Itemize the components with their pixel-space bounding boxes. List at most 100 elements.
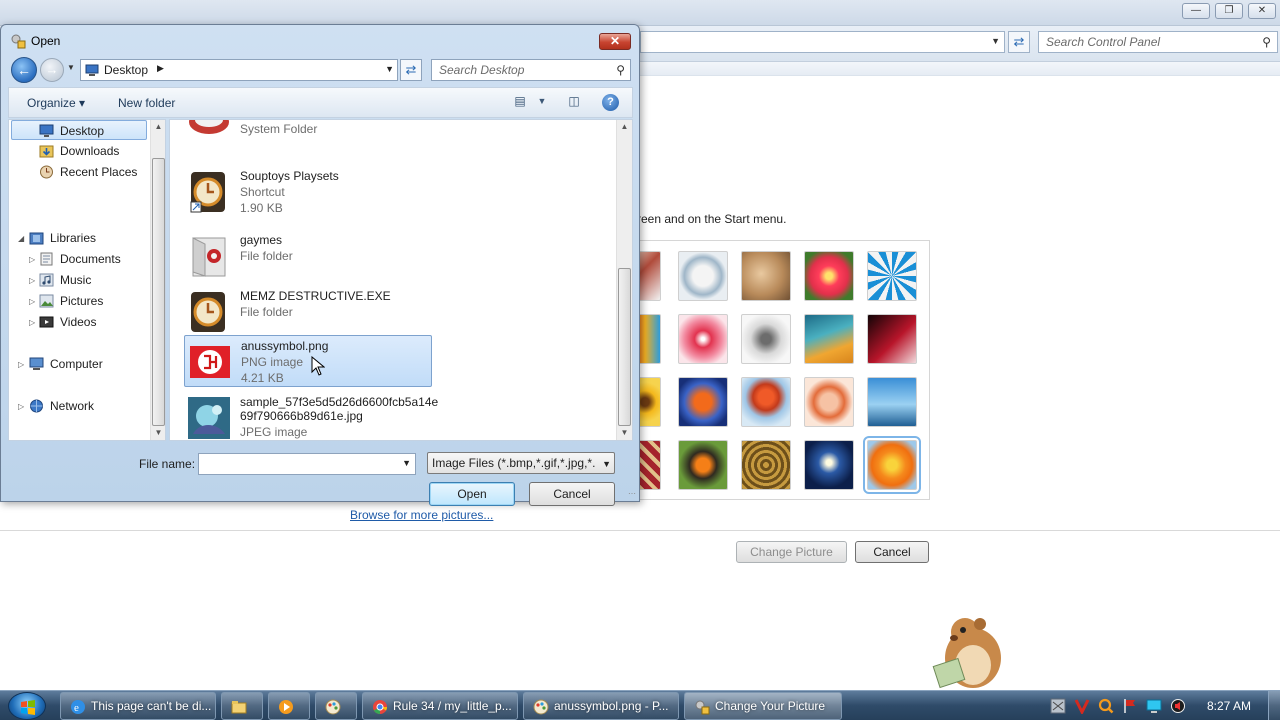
chevron-down-icon[interactable]: ▼	[600, 454, 611, 473]
view-options-icon[interactable]: ▤	[511, 94, 529, 110]
network-tray-icon[interactable]	[1050, 698, 1066, 714]
picture-tile[interactable]	[678, 251, 728, 301]
picture-tile[interactable]	[741, 377, 791, 427]
taskbar-button-label: Rule 34 / my_little_p...	[393, 699, 512, 713]
picture-tile[interactable]	[804, 314, 854, 364]
dialog-address-bar[interactable]: Desktop ▶ ▼	[80, 59, 398, 81]
taskbar-button-media-player[interactable]	[268, 692, 310, 720]
refresh-button[interactable]: ⇄	[400, 59, 422, 81]
nav-scrollbar[interactable]: ▲ ▼	[150, 120, 165, 440]
preview-pane-icon[interactable]: ◫	[565, 94, 583, 110]
list-item-selected[interactable]: anussymbol.png PNG image 4.21 KB	[184, 335, 432, 387]
close-window-button[interactable]: ✕	[1248, 3, 1276, 19]
expand-arrow-icon[interactable]: ▷	[18, 360, 24, 369]
picture-tile[interactable]	[804, 440, 854, 490]
list-item[interactable]: System Folder	[184, 120, 432, 144]
chevron-down-icon[interactable]: ▼	[402, 458, 411, 468]
file-name-input[interactable]: ▼	[198, 453, 416, 475]
nav-item-music[interactable]: Music	[39, 270, 159, 290]
picture-tile[interactable]	[678, 440, 728, 490]
expand-arrow-icon[interactable]: ▷	[29, 318, 35, 327]
nav-item-desktop[interactable]: Desktop	[11, 120, 147, 140]
nav-item-network[interactable]: Network	[29, 396, 149, 416]
flag-tray-icon[interactable]	[1122, 698, 1138, 714]
speaker-tray-icon[interactable]	[1170, 698, 1186, 714]
resize-grip-icon[interactable]: ⋯	[628, 489, 636, 498]
address-location[interactable]: Desktop	[104, 63, 148, 77]
picture-tile[interactable]	[741, 440, 791, 490]
recent-locations-dropdown[interactable]: ▼	[67, 63, 75, 72]
scroll-up-arrow-icon[interactable]: ▲	[151, 120, 165, 134]
picture-tile[interactable]	[804, 377, 854, 427]
chevron-down-icon[interactable]: ▼	[533, 96, 551, 112]
expand-arrow-icon[interactable]: ▷	[29, 297, 35, 306]
back-button[interactable]: ←	[11, 57, 37, 83]
start-button[interactable]	[8, 692, 46, 720]
scroll-down-arrow-icon[interactable]: ▼	[151, 426, 165, 440]
file-scrollbar[interactable]: ▲ ▼	[616, 120, 632, 440]
chevron-down-icon[interactable]: ▼	[385, 64, 394, 74]
help-icon[interactable]: ?	[602, 94, 619, 111]
picture-tile[interactable]	[867, 251, 917, 301]
chevron-right-icon[interactable]: ▶	[157, 63, 164, 74]
list-item[interactable]: Souptoys Playsets Shortcut 1.90 KB	[184, 166, 432, 218]
dialog-cancel-button[interactable]: Cancel	[529, 482, 615, 506]
file-type-select[interactable]: Image Files (*.bmp,*.gif,*.jpg,*. ▼	[427, 452, 615, 474]
nav-item-videos[interactable]: Videos	[39, 312, 159, 332]
cp-cancel-button[interactable]: Cancel	[855, 541, 929, 563]
open-button[interactable]: Open	[429, 482, 515, 506]
picture-tile[interactable]	[678, 314, 728, 364]
search-icon[interactable]: ⚲	[616, 60, 625, 80]
picture-tile[interactable]	[867, 377, 917, 427]
hamster-icon[interactable]	[918, 610, 1013, 690]
picture-tile[interactable]	[804, 251, 854, 301]
nav-item-recent-places[interactable]: Recent Places	[39, 162, 159, 182]
new-folder-button[interactable]: New folder	[118, 96, 175, 110]
cp-refresh-button[interactable]: ⇄	[1008, 31, 1030, 53]
list-item[interactable]: MEMZ DESTRUCTIVE.EXE File folder	[184, 286, 432, 338]
taskbar-button-chrome[interactable]: Rule 34 / my_little_p...	[362, 692, 518, 720]
nav-item-downloads[interactable]: Downloads	[39, 141, 159, 161]
expand-arrow-icon[interactable]: ▷	[29, 276, 35, 285]
restore-button[interactable]: ❐	[1215, 3, 1243, 19]
nav-item-computer[interactable]: Computer	[29, 354, 149, 374]
picture-tile[interactable]	[678, 377, 728, 427]
taskbar-button-paint[interactable]	[315, 692, 357, 720]
search-icon[interactable]: ⚲	[1262, 32, 1271, 52]
taskbar-button-change-picture[interactable]: Change Your Picture	[684, 692, 842, 720]
nav-item-documents[interactable]: Documents	[39, 249, 159, 269]
picture-tile[interactable]	[741, 314, 791, 364]
nav-item-pictures[interactable]: Pictures	[39, 291, 159, 311]
taskbar-button-paint-document[interactable]: anussymbol.png - P...	[523, 692, 679, 720]
cp-search-input[interactable]: Search Control Panel ⚲	[1038, 31, 1278, 53]
minimize-button[interactable]: —	[1182, 3, 1210, 19]
organize-button[interactable]: Organize ▾	[27, 96, 85, 110]
taskbar-button-explorer[interactable]	[221, 692, 263, 720]
browse-for-more-pictures-link[interactable]: Browse for more pictures...	[350, 508, 493, 522]
picture-tile[interactable]	[867, 314, 917, 364]
chevron-down-icon[interactable]: ▼	[991, 36, 1000, 46]
clock[interactable]: 8:27 AM	[1207, 699, 1251, 713]
nav-item-libraries[interactable]: Libraries	[29, 228, 149, 248]
dialog-close-button[interactable]: ✕	[599, 33, 631, 50]
picture-tile[interactable]	[741, 251, 791, 301]
show-desktop-button[interactable]	[1268, 691, 1280, 720]
file-scroll-thumb[interactable]	[618, 268, 631, 426]
list-item[interactable]: sample_57f3e5d5d26d6600fcb5a14e 69f79066…	[184, 392, 454, 440]
expand-arrow-icon[interactable]: ◢	[18, 234, 24, 243]
list-item[interactable]: gaymes File folder	[184, 230, 432, 282]
picture-tile-selected[interactable]	[863, 436, 921, 494]
scroll-up-arrow-icon[interactable]: ▲	[617, 120, 632, 134]
scroll-down-arrow-icon[interactable]: ▼	[617, 426, 632, 440]
search-tray-icon[interactable]	[1098, 698, 1114, 714]
cp-address-field[interactable]: ▼	[640, 31, 1005, 53]
dialog-search-input[interactable]: Search Desktop ⚲	[431, 59, 631, 81]
monitor-tray-icon[interactable]	[1146, 698, 1162, 714]
v-tray-icon[interactable]	[1074, 698, 1090, 714]
taskbar-button-ie[interactable]: e This page can't be di...	[60, 692, 216, 720]
change-picture-button[interactable]: Change Picture	[736, 541, 847, 563]
expand-arrow-icon[interactable]: ▷	[18, 402, 24, 411]
expand-arrow-icon[interactable]: ▷	[29, 255, 35, 264]
forward-button[interactable]: →	[40, 58, 64, 82]
nav-scroll-thumb[interactable]	[152, 158, 165, 426]
